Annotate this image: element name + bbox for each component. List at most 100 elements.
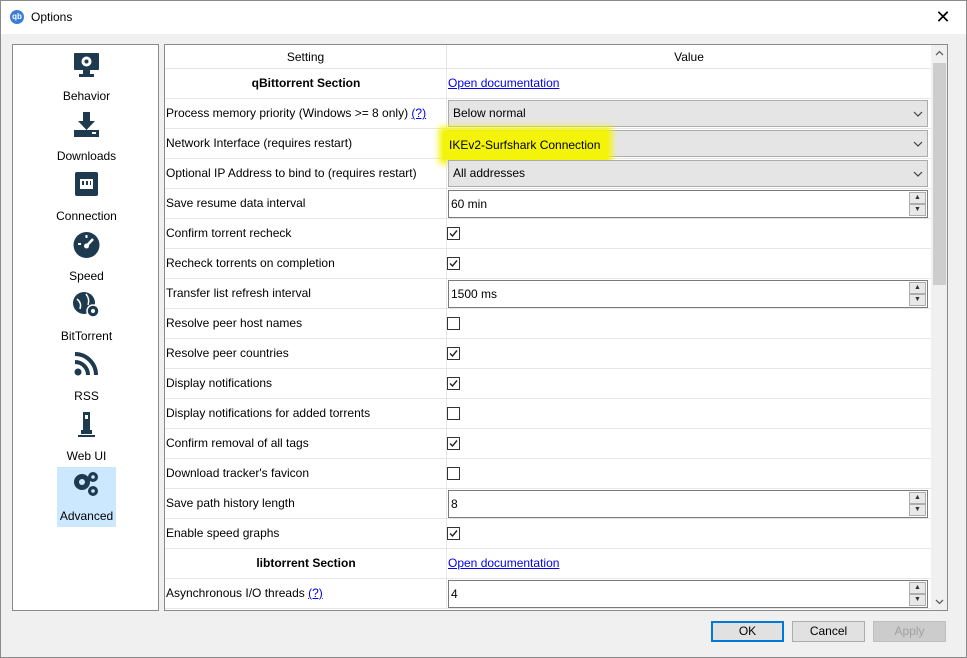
table-row[interactable]: Recheck torrents on completion bbox=[165, 249, 931, 279]
checkmark-icon bbox=[449, 350, 458, 358]
column-header-value[interactable]: Value bbox=[447, 45, 931, 69]
value-checkbox[interactable] bbox=[447, 437, 460, 450]
spin-up-button[interactable]: ▲ bbox=[909, 282, 926, 294]
value-checkbox[interactable] bbox=[447, 377, 460, 390]
sidebar-item-rss[interactable]: RSS bbox=[57, 347, 116, 407]
setting-value: 1500 ms ▲ ▼ bbox=[447, 279, 931, 309]
help-link[interactable]: (?) bbox=[411, 106, 426, 120]
table-row[interactable]: Save path history length 8 ▲ ▼ bbox=[165, 489, 931, 519]
table-row[interactable]: Resolve peer host names bbox=[165, 309, 931, 339]
sidebar-item-web-ui[interactable]: Web UI bbox=[57, 407, 116, 467]
sidebar-item-bittorrent[interactable]: BitTorrent bbox=[57, 287, 116, 347]
spin-up-button[interactable]: ▲ bbox=[909, 492, 926, 504]
value-checkbox[interactable] bbox=[447, 347, 460, 360]
sidebar-item-advanced[interactable]: Advanced bbox=[57, 467, 116, 527]
options-window: qb Options ✕ Behavior Downloads Connecti… bbox=[0, 0, 967, 658]
table-row[interactable]: Display notifications bbox=[165, 369, 931, 399]
setting-label: Resolve peer host names bbox=[166, 316, 303, 330]
setting-value: IKEv2-Surfshark Connection bbox=[443, 129, 931, 160]
value-spinbox[interactable]: 60 min ▲ ▼ bbox=[448, 190, 928, 218]
setting-value: Open documentation bbox=[447, 69, 931, 99]
table-row[interactable]: Optional IP Address to bind to (requires… bbox=[165, 159, 931, 189]
sidebar-item-downloads[interactable]: Downloads bbox=[57, 107, 116, 167]
setting-name: Asynchronous I/O threads (?) bbox=[165, 579, 447, 609]
setting-value: 60 min ▲ ▼ bbox=[447, 189, 931, 219]
table-row[interactable]: Asynchronous I/O threads (?) 4 ▲ ▼ bbox=[165, 579, 931, 609]
table-row[interactable]: Process memory priority (Windows >= 8 on… bbox=[165, 99, 931, 129]
checkmark-icon bbox=[449, 260, 458, 268]
value-checkbox[interactable] bbox=[447, 227, 460, 240]
table-row[interactable]: qBittorrent Section Open documentation bbox=[165, 69, 931, 99]
scroll-down-arrow[interactable] bbox=[931, 593, 947, 610]
spin-up-button[interactable]: ▲ bbox=[909, 192, 926, 204]
open-documentation-link[interactable]: Open documentation bbox=[448, 69, 559, 98]
setting-name: Display notifications bbox=[165, 369, 447, 399]
globe-gear-icon bbox=[73, 292, 100, 318]
spin-down-button[interactable]: ▼ bbox=[909, 204, 926, 216]
setting-label: Recheck torrents on completion bbox=[166, 256, 335, 270]
setting-label: Process memory priority (Windows >= 8 on… bbox=[166, 106, 409, 120]
help-link[interactable]: (?) bbox=[308, 586, 323, 600]
sidebar-item-speed[interactable]: Speed bbox=[57, 227, 116, 287]
value-spinbox[interactable]: 1500 ms ▲ ▼ bbox=[448, 280, 928, 308]
sidebar-item-connection[interactable]: Connection bbox=[56, 167, 117, 227]
setting-value: All addresses bbox=[447, 159, 931, 189]
value-dropdown[interactable]: All addresses bbox=[448, 160, 928, 187]
setting-name: Download tracker's favicon bbox=[165, 459, 447, 489]
table-row[interactable]: libtorrent Section Open documentation bbox=[165, 549, 931, 579]
setting-name: Network Interface (requires restart) bbox=[165, 129, 447, 159]
chevron-down-icon bbox=[913, 171, 923, 177]
table-row[interactable]: Display notifications for added torrents bbox=[165, 399, 931, 429]
spin-down-button[interactable]: ▼ bbox=[909, 594, 926, 606]
sidebar-item-behavior[interactable]: Behavior bbox=[57, 47, 116, 107]
table-row[interactable]: Confirm torrent recheck bbox=[165, 219, 931, 249]
setting-value bbox=[447, 519, 931, 549]
vertical-scrollbar[interactable] bbox=[931, 45, 947, 610]
table-row[interactable]: Save resume data interval 60 min ▲ ▼ bbox=[165, 189, 931, 219]
value-checkbox[interactable] bbox=[447, 527, 460, 540]
setting-name: Confirm removal of all tags bbox=[165, 429, 447, 459]
speedometer-icon bbox=[73, 232, 100, 258]
chevron-down-icon bbox=[913, 141, 923, 147]
cancel-button[interactable]: Cancel bbox=[792, 621, 865, 642]
setting-name: Save path history length bbox=[165, 489, 447, 519]
spin-down-button[interactable]: ▼ bbox=[909, 294, 926, 306]
chevron-down-icon bbox=[913, 111, 923, 117]
dropdown-selected-value: All addresses bbox=[453, 166, 526, 180]
setting-label: Display notifications bbox=[166, 376, 273, 390]
table-row[interactable]: Confirm removal of all tags bbox=[165, 429, 931, 459]
spin-up-button[interactable]: ▲ bbox=[909, 582, 926, 594]
ok-button[interactable]: OK bbox=[711, 621, 784, 642]
column-header-setting[interactable]: Setting bbox=[165, 45, 447, 69]
scroll-up-arrow[interactable] bbox=[931, 45, 947, 62]
value-checkbox[interactable] bbox=[447, 467, 460, 480]
title-bar: qb Options ✕ bbox=[1, 1, 966, 34]
setting-label: Save resume data interval bbox=[166, 196, 306, 210]
setting-name: Display notifications for added torrents bbox=[165, 399, 447, 429]
value-checkbox[interactable] bbox=[447, 317, 460, 330]
table-row[interactable]: Transfer list refresh interval 1500 ms ▲ ▼ bbox=[165, 279, 931, 309]
options-sidebar: Behavior Downloads Connection Speed BitT… bbox=[12, 44, 159, 611]
setting-label: Asynchronous I/O threads bbox=[166, 586, 305, 600]
scrollbar-thumb[interactable] bbox=[933, 63, 946, 285]
value-spinbox[interactable]: 4 ▲ ▼ bbox=[448, 580, 928, 608]
close-button[interactable]: ✕ bbox=[920, 1, 966, 34]
sidebar-item-label: Connection bbox=[56, 209, 117, 223]
value-dropdown[interactable]: Below normal bbox=[448, 100, 928, 127]
setting-label: Confirm torrent recheck bbox=[166, 226, 292, 240]
table-row[interactable]: Network Interface (requires restart) IKEv… bbox=[165, 129, 931, 160]
value-checkbox[interactable] bbox=[447, 257, 460, 270]
table-header: Setting Value bbox=[165, 45, 931, 69]
table-row[interactable]: Enable speed graphs bbox=[165, 519, 931, 549]
open-documentation-link[interactable]: Open documentation bbox=[448, 549, 559, 578]
value-dropdown[interactable]: IKEv2-Surfshark Connection bbox=[443, 130, 928, 160]
setting-label: Download tracker's favicon bbox=[166, 466, 310, 480]
table-row[interactable]: Download tracker's favicon bbox=[165, 459, 931, 489]
value-spinbox[interactable]: 8 ▲ ▼ bbox=[448, 490, 928, 518]
spin-down-button[interactable]: ▼ bbox=[909, 504, 926, 516]
value-checkbox[interactable] bbox=[447, 407, 460, 420]
apply-button[interactable]: Apply bbox=[873, 621, 946, 642]
table-row[interactable]: Resolve peer countries bbox=[165, 339, 931, 369]
spinbox-value: 1500 ms bbox=[451, 287, 498, 301]
advanced-settings-table: Setting Value qBittorrent Section Open do… bbox=[164, 44, 948, 611]
